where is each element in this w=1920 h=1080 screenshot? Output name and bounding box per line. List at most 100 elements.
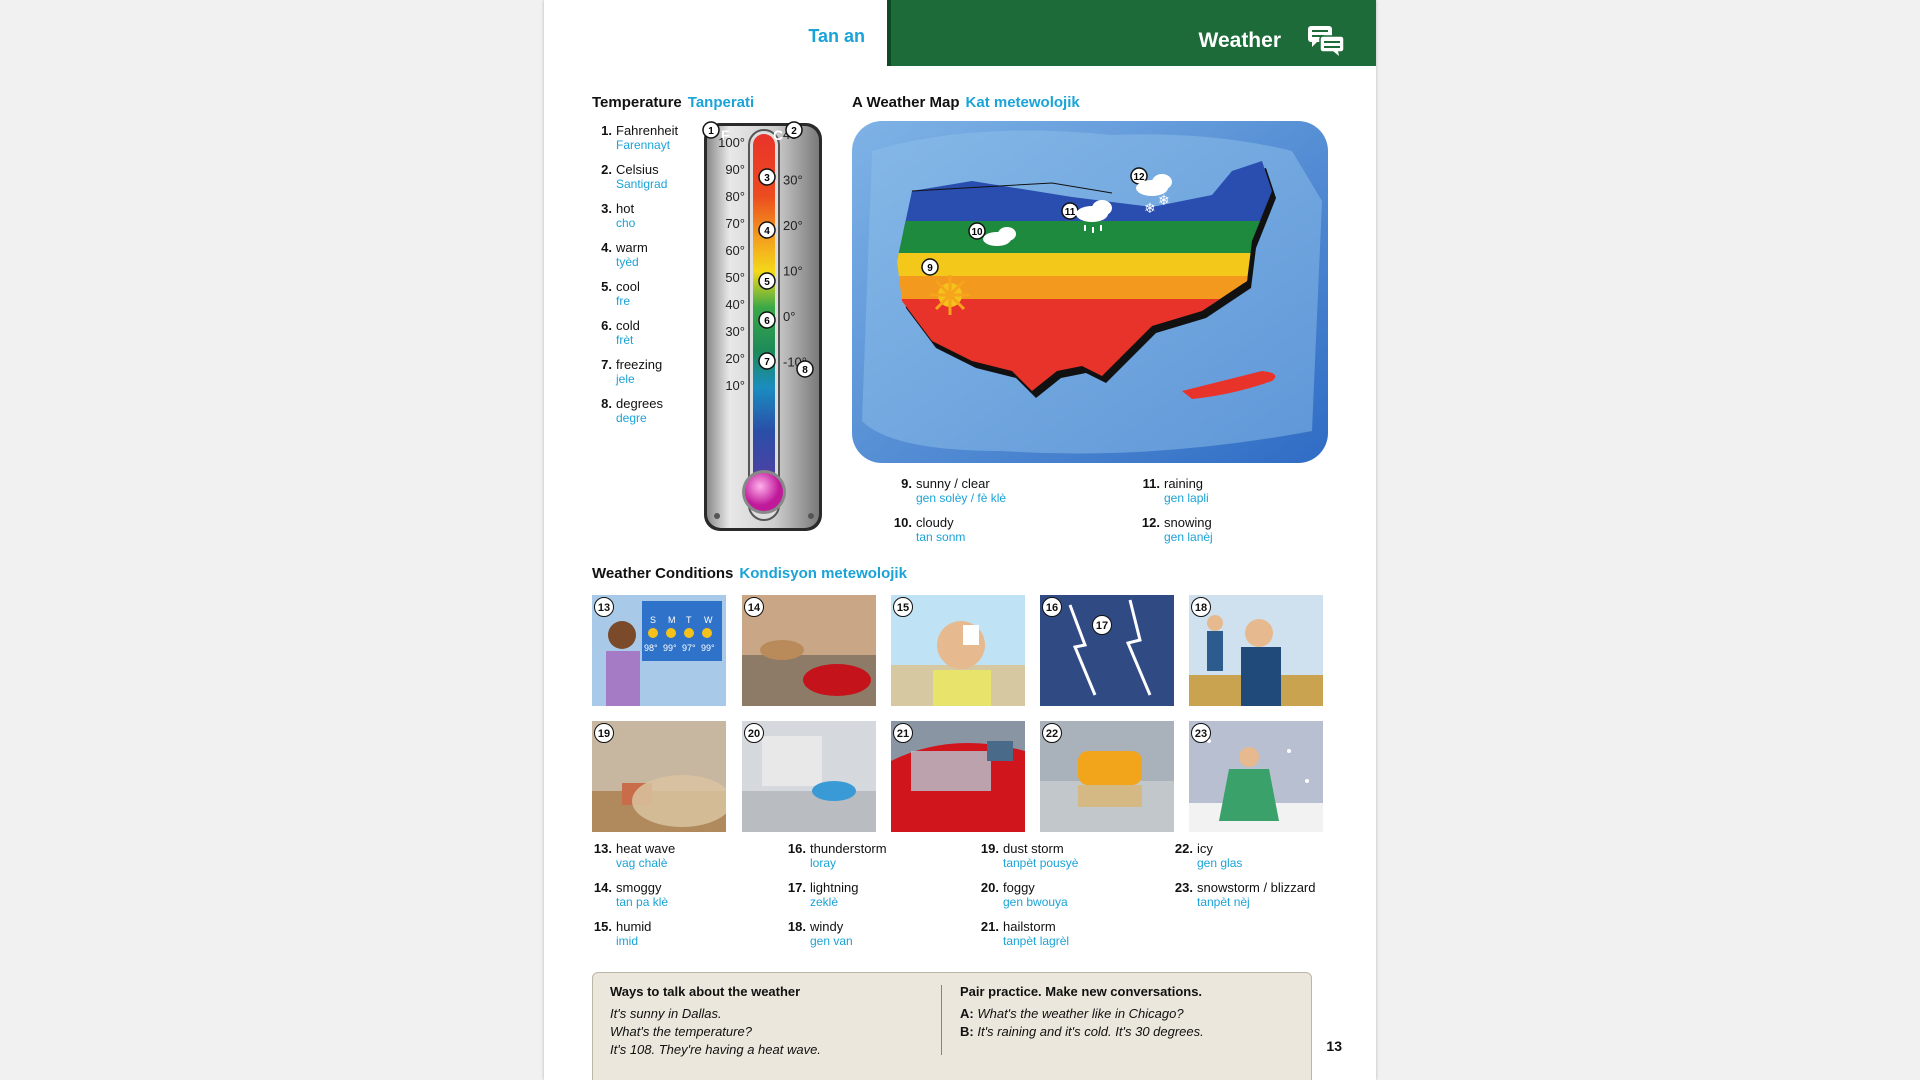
smoggy-image: 14: [742, 595, 876, 706]
image-number-badge: 20: [744, 723, 764, 743]
vocab-number: 12.: [1141, 515, 1160, 530]
vocab-english: snowstorm / blizzard: [1197, 880, 1316, 895]
vocab-number: 20.: [980, 880, 999, 895]
vocab-haitian: tanpèt lagrèl: [1003, 934, 1070, 948]
vocab-item: 7. freezing jele: [592, 357, 702, 387]
vocab-haitian: Santigrad: [616, 177, 668, 191]
vocab-number: 16.: [787, 841, 806, 856]
vocab-english: warm: [616, 240, 648, 255]
vocab-haitian: zeklè: [810, 895, 839, 909]
vocab-item: 14. smoggy tan pa klè: [592, 880, 762, 910]
header-left: Tan an: [544, 0, 887, 64]
vocab-haitian: gen lapli: [1164, 491, 1209, 505]
conditions-vocab-col-1: 13. heat wave vag chalè 14. smoggy tan pa klè…: [592, 841, 762, 958]
callout-number: 8: [802, 365, 808, 376]
vocab-english: cold: [616, 318, 640, 333]
vocab-item: 4. warm tyèd: [592, 240, 702, 270]
vocab-english: degrees: [616, 396, 663, 411]
vocab-number: 18.: [787, 919, 806, 934]
vocab-number: 8.: [601, 396, 612, 411]
vocab-english: lightning: [810, 880, 859, 895]
image-number-badge: 18: [1191, 597, 1211, 617]
vocab-english: thunderstorm: [810, 841, 887, 856]
vocab-number: 9.: [901, 476, 912, 491]
weather-map-title-ht: Kat metewolojik: [965, 94, 1080, 111]
vocab-english: windy: [810, 919, 844, 934]
vocab-item: 18. windy gen van: [786, 919, 956, 949]
celsius-tick: 0°: [783, 309, 795, 324]
vocab-english: Celsius: [616, 162, 659, 177]
callout-badge: 10: [968, 222, 986, 240]
vocab-haitian: tan sonm: [916, 530, 966, 544]
vocab-number: 3.: [601, 201, 612, 216]
vocab-english: Fahrenheit: [616, 123, 679, 138]
thermometer-illustration: FC100°90°80°70°60°50°40°30°20°10°40°30°2…: [702, 121, 822, 531]
conditions-heading: Weather Conditions Kondisyon metewolojik: [592, 565, 907, 582]
vocab-item: 13. heat wave vag chalè: [592, 841, 762, 871]
vocab-number: 4.: [601, 240, 612, 255]
forecast-day: W: [704, 615, 713, 625]
vocab-number: 6.: [601, 318, 612, 333]
vocab-number: 5.: [601, 279, 612, 294]
foggy-image: 20: [742, 721, 876, 832]
vocab-item: 11. raining gen lapli: [1140, 476, 1320, 506]
callout-badge: 4: [758, 221, 776, 239]
fahrenheit-tick: 30°: [725, 324, 745, 339]
vocab-item: 5. cool fre: [592, 279, 702, 309]
sun-icon: [684, 628, 694, 638]
humid-image: 15: [891, 595, 1025, 706]
vocab-item: 17. lightning zeklè: [786, 880, 956, 910]
callout-badge: 6: [758, 311, 776, 329]
fahrenheit-tick: 80°: [725, 189, 745, 204]
vocab-number: 14.: [593, 880, 612, 895]
vocab-haitian: gen bwouya: [1003, 895, 1068, 909]
conditions-title: Weather Conditions: [592, 565, 734, 582]
callout-number: 4: [764, 226, 770, 237]
callout-badge: 1: [702, 121, 720, 139]
talk-line-2: What's the temperature?: [610, 1024, 752, 1039]
weather-map-vocab-right: 11. raining gen lapli 12. snowing gen lanèj: [1140, 476, 1320, 554]
celsius-label: C: [773, 127, 783, 143]
vocab-number: 1.: [601, 123, 612, 138]
vocab-number: 21.: [980, 919, 999, 934]
header-right: Weather: [887, 0, 1376, 66]
conditions-vocab-col-2: 16. thunderstorm loray 17. lightning zeklè 18.…: [786, 841, 956, 958]
conditions-vocab-col-3: 19. dust storm tanpèt pousyè 20. foggy gen bw…: [979, 841, 1149, 958]
textbook-page: Tan an Weather Temperature Tanperati 1. Fa…: [544, 0, 1376, 1080]
vocab-haitian: fre: [616, 294, 631, 308]
snowstorm-image: 23: [1189, 721, 1323, 832]
temperature-title-ht: Tanperati: [687, 94, 755, 111]
vocab-item: 21. hailstorm tanpèt lagrèl: [979, 919, 1149, 949]
vocab-haitian: gen lanèj: [1164, 530, 1213, 544]
vocab-english: heat wave: [616, 841, 676, 856]
temperature-vocab-list: 1. Fahrenheit Farennayt 2. Celsius Santigrad 3…: [592, 123, 702, 435]
image-number-badge: 23: [1191, 723, 1211, 743]
vocab-haitian: gen van: [810, 934, 853, 948]
weather-map-vocab-left: 9. sunny / clear gen solèy / fè klè 10. clou…: [892, 476, 1072, 554]
vocab-number: 10.: [893, 515, 912, 530]
header-left-title: Tan an: [808, 26, 865, 46]
header-title: Weather: [1198, 29, 1281, 52]
vocab-english: cloudy: [916, 515, 954, 530]
image-number-badge: 13: [594, 597, 614, 617]
vocab-english: smoggy: [616, 880, 662, 895]
callout-number: 2: [791, 126, 797, 137]
vocab-item: 16. thunderstorm loray: [786, 841, 956, 871]
vocab-item: 15. humid imid: [592, 919, 762, 949]
vocab-item: 8. degrees degre: [592, 396, 702, 426]
vocab-english: foggy: [1003, 880, 1035, 895]
svg-text:❄: ❄: [1158, 193, 1170, 209]
vocab-item: 6. cold frèt: [592, 318, 702, 348]
thunderstorm-image: 16 17: [1040, 595, 1174, 706]
vocab-english: hot: [616, 201, 635, 216]
forecast-temp: 97°: [682, 643, 696, 653]
image-number-badge: 22: [1042, 723, 1062, 743]
vocab-number: 15.: [593, 919, 612, 934]
hailstorm-image: 21: [891, 721, 1025, 832]
vocab-english: icy: [1197, 841, 1213, 856]
callout-number: 6: [764, 316, 770, 327]
temperature-title: Temperature: [592, 94, 682, 111]
vocab-number: 13.: [593, 841, 612, 856]
vocab-haitian: tanpèt nèj: [1197, 895, 1250, 909]
vocab-number: 17.: [787, 880, 806, 895]
